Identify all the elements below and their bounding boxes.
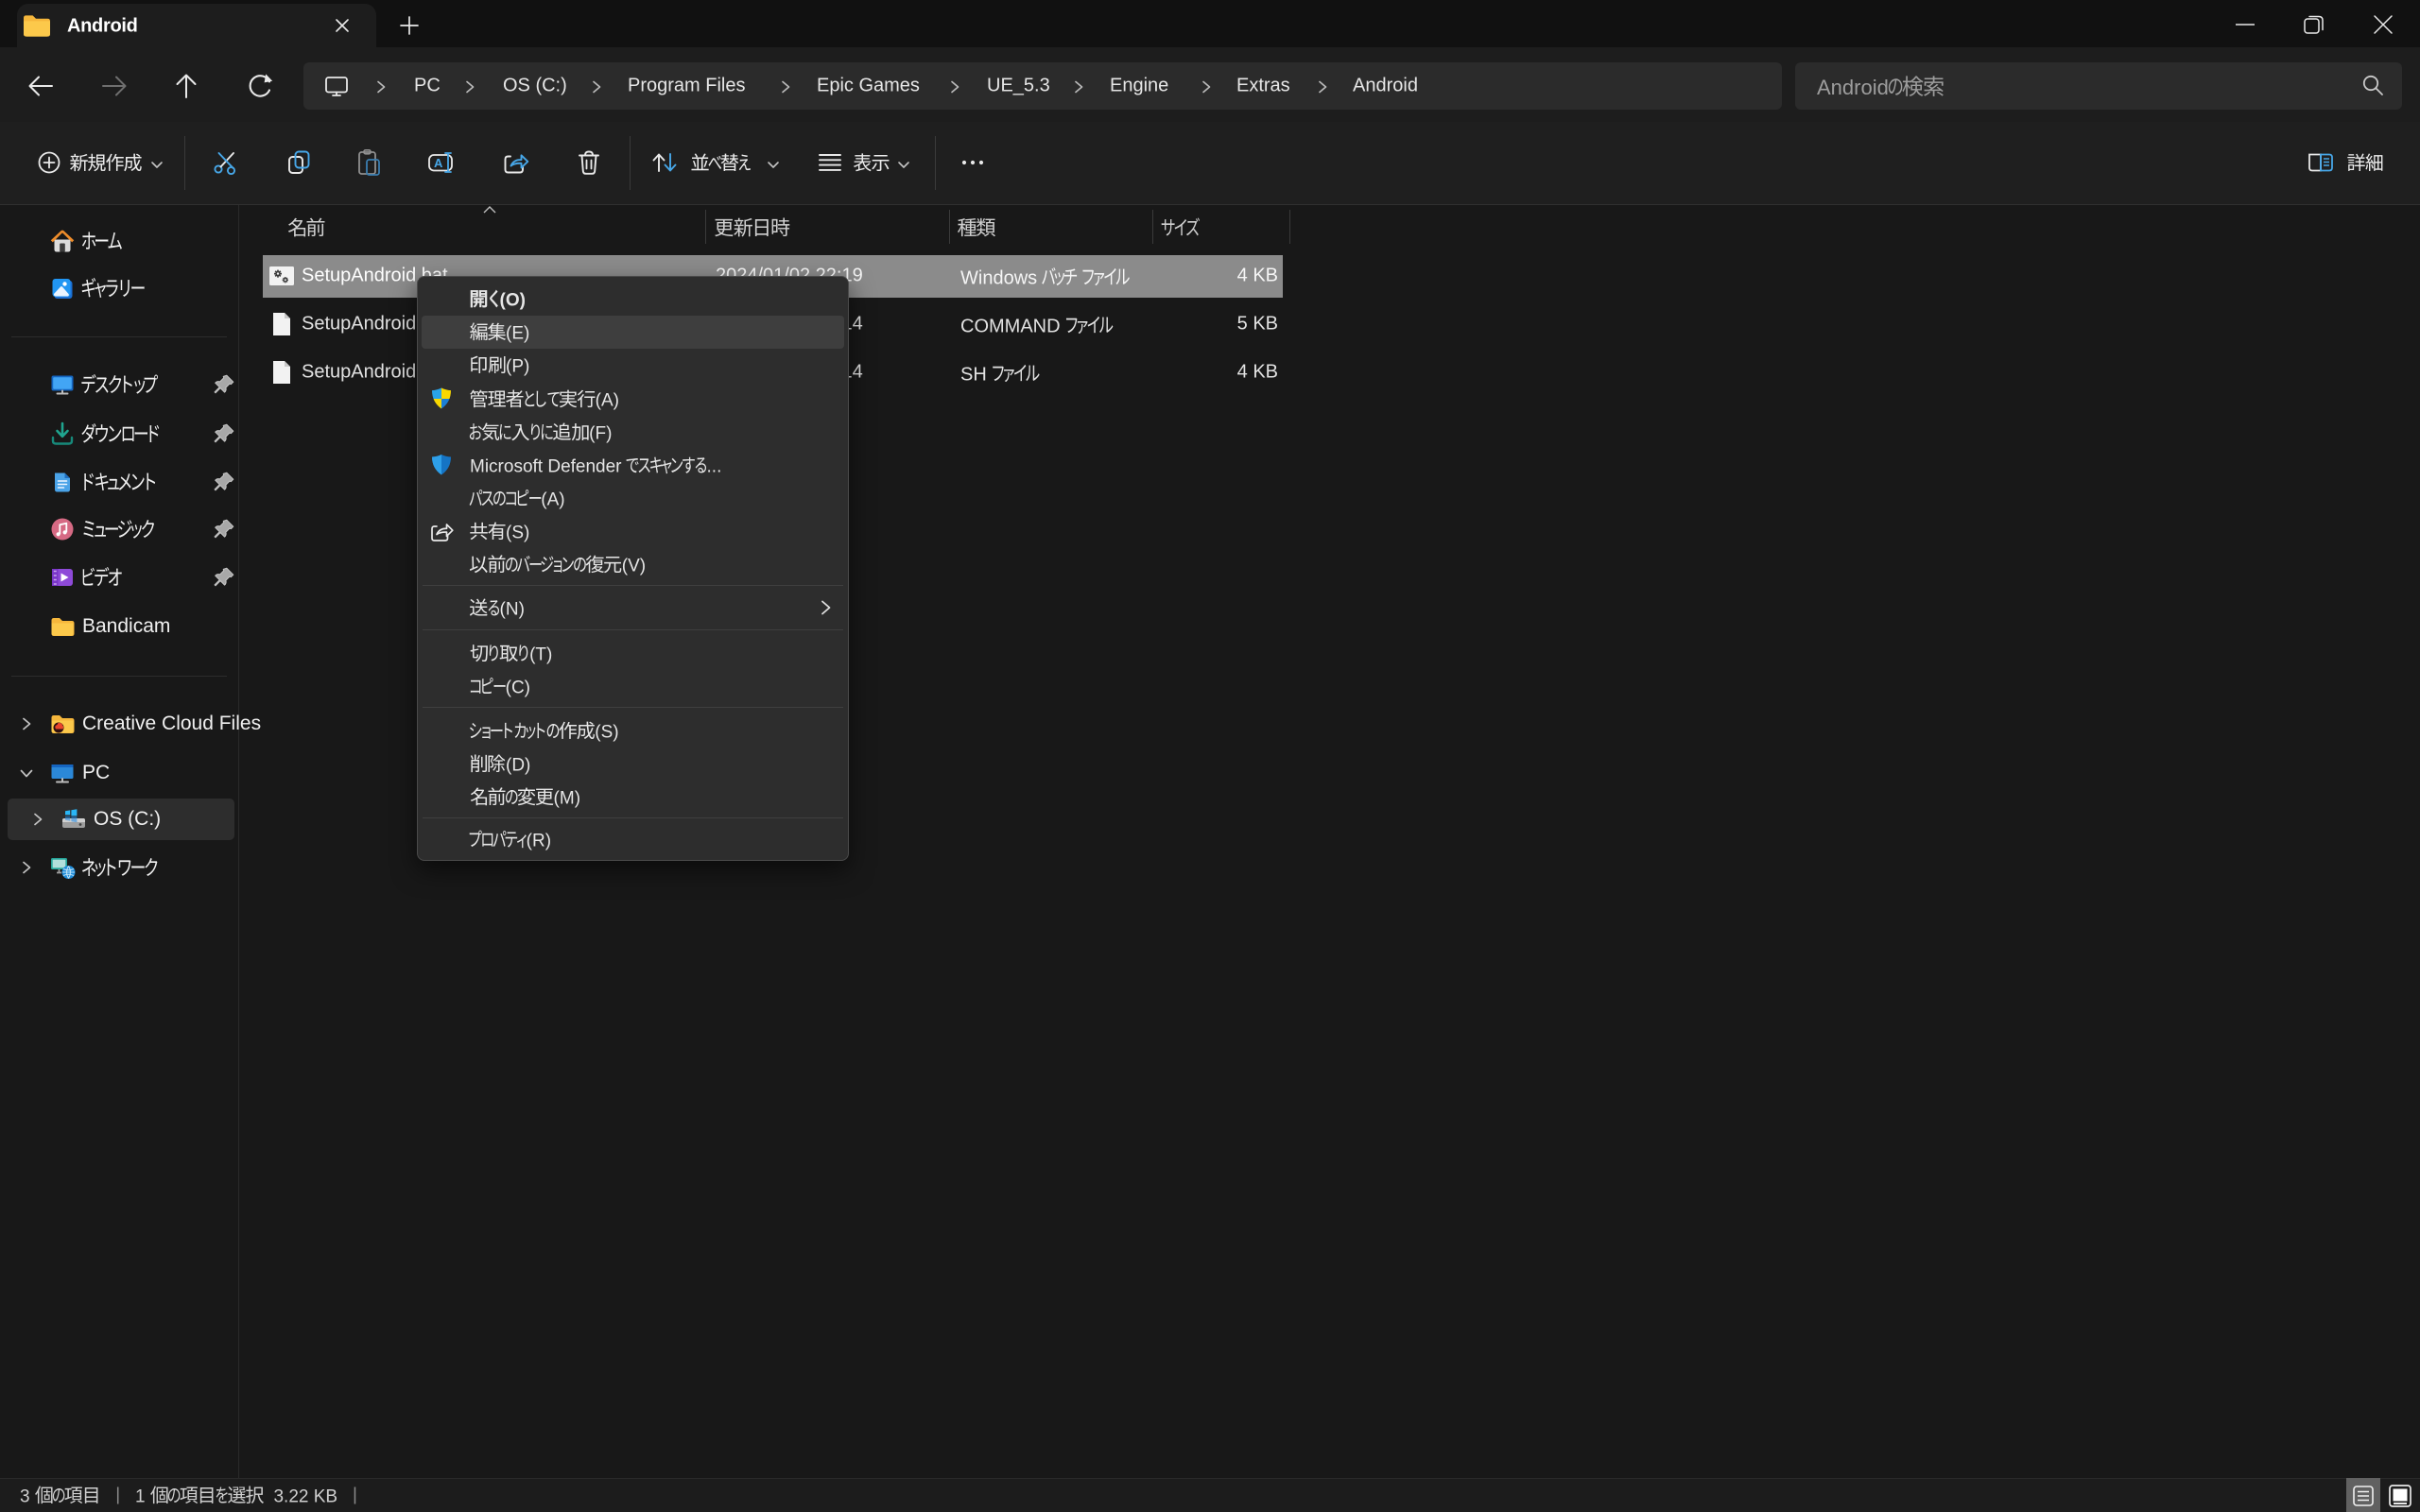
- svg-text:A: A: [434, 156, 443, 170]
